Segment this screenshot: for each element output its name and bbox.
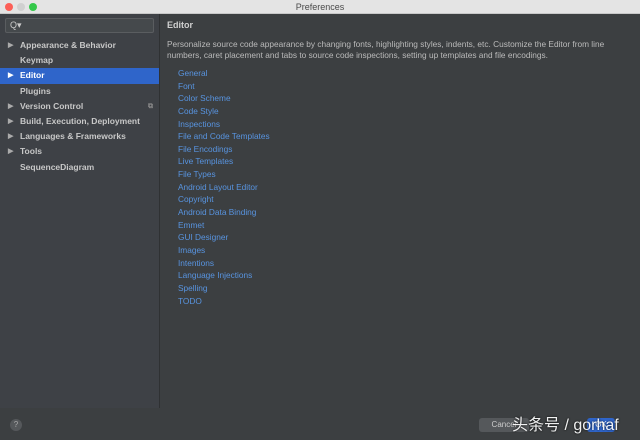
- editor-panel: Editor Personalize source code appearanc…: [167, 14, 640, 408]
- project-settings-icon: ⧉: [148, 102, 153, 110]
- sidebar-item-label: Version Control: [20, 100, 84, 111]
- sidebar-item-label: Build, Execution, Deployment: [20, 115, 140, 126]
- expand-arrow-icon[interactable]: ▶: [8, 144, 13, 159]
- sidebar-item-build-execution-deployment[interactable]: ▶ Build, Execution, Deployment: [0, 114, 159, 129]
- sidebar-item-label: Tools: [20, 146, 43, 157]
- expand-arrow-icon[interactable]: ▶: [8, 38, 13, 53]
- search-icon: Q▾: [10, 20, 22, 30]
- sidebar-item-editor[interactable]: ▶ Editor: [0, 68, 159, 84]
- link-live-templates[interactable]: Live Templates: [178, 155, 640, 168]
- link-file-encodings[interactable]: File Encodings: [178, 143, 640, 156]
- sidebar-item-label: Editor: [20, 70, 45, 81]
- sidebar-item-label: SequenceDiagram: [20, 161, 95, 172]
- expand-arrow-icon[interactable]: ▶: [8, 99, 13, 114]
- link-font[interactable]: Font: [178, 80, 640, 93]
- page-description: Personalize source code appearance by ch…: [167, 39, 605, 60]
- link-intentions[interactable]: Intentions: [178, 257, 640, 270]
- sidebar-item-label: Languages & Frameworks: [20, 131, 126, 142]
- link-language-injections[interactable]: Language Injections: [178, 269, 640, 282]
- sidebar-item-version-control[interactable]: ▶ Version Control ⧉: [0, 99, 159, 114]
- expand-arrow-icon[interactable]: ▶: [8, 129, 13, 144]
- link-general[interactable]: General: [178, 67, 640, 80]
- link-emmet[interactable]: Emmet: [178, 219, 640, 232]
- sidebar-item-sequencediagram[interactable]: SequenceDiagram: [0, 160, 159, 175]
- link-spelling[interactable]: Spelling: [178, 282, 640, 295]
- sidebar-item-label: Plugins: [20, 85, 51, 96]
- expand-arrow-icon[interactable]: ▶: [8, 114, 13, 129]
- link-gui-designer[interactable]: GUI Designer: [178, 231, 640, 244]
- sidebar-item-keymap[interactable]: Keymap: [0, 53, 159, 68]
- link-color-scheme[interactable]: Color Scheme: [178, 92, 640, 105]
- link-android-layout-editor[interactable]: Android Layout Editor: [178, 181, 640, 194]
- link-todo[interactable]: TODO: [178, 295, 640, 308]
- link-android-data-binding[interactable]: Android Data Binding: [178, 206, 640, 219]
- sidebar-item-appearance-behavior[interactable]: ▶ Appearance & Behavior: [0, 38, 159, 53]
- expand-arrow-icon[interactable]: ▶: [8, 68, 13, 83]
- help-button[interactable]: ?: [10, 419, 22, 431]
- sidebar-item-label: Keymap: [20, 55, 54, 66]
- link-inspections[interactable]: Inspections: [178, 118, 640, 131]
- sidebar-item-languages-frameworks[interactable]: ▶ Languages & Frameworks: [0, 129, 159, 144]
- zoom-window-button[interactable]: [29, 3, 37, 11]
- minimize-window-button[interactable]: [17, 3, 25, 11]
- watermark: 头条号 / gorhaf: [512, 417, 619, 434]
- sidebar: Q▾ ▶ Appearance & Behavior Keymap ▶ Editor Pl…: [0, 14, 160, 408]
- link-code-style[interactable]: Code Style: [178, 105, 640, 118]
- link-file-and-code-templates[interactable]: File and Code Templates: [178, 130, 640, 143]
- link-images[interactable]: Images: [178, 244, 640, 257]
- close-window-button[interactable]: [5, 3, 13, 11]
- page-title: Editor: [167, 20, 193, 30]
- sidebar-item-plugins[interactable]: Plugins: [0, 84, 159, 99]
- title-bar: Preferences: [0, 0, 640, 14]
- sidebar-item-label: Appearance & Behavior: [20, 40, 116, 50]
- link-copyright[interactable]: Copyright: [178, 193, 640, 206]
- sidebar-item-tools[interactable]: ▶ Tools: [0, 144, 159, 159]
- window-title: Preferences: [295, 2, 345, 12]
- link-file-types[interactable]: File Types: [178, 168, 640, 181]
- search-input[interactable]: Q▾: [5, 18, 154, 33]
